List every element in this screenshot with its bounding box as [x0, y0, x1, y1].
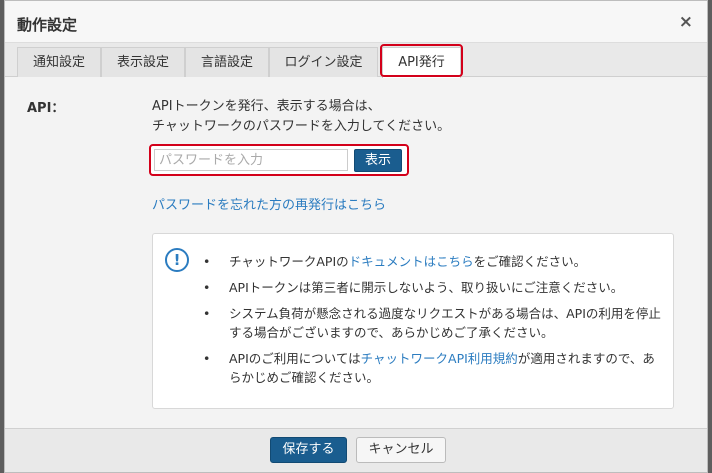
notice-list: • チャットワークAPIのドキュメントはこちらをご確認ください。 • APIトー… [203, 252, 663, 394]
list-item: • APIのご利用についてはチャットワークAPI利用規約が適用されますので、あら… [203, 349, 663, 387]
save-button[interactable]: 保存する [270, 437, 347, 463]
password-input[interactable] [154, 149, 348, 171]
api-notice-box: ! • チャットワークAPIのドキュメントはこちらをご確認ください。 • API… [152, 233, 674, 409]
api-settings-panel: API： APIトークンを発行、表示する場合は、 チャットワークのパスワードを入… [5, 78, 707, 428]
bullet: • [203, 254, 211, 269]
list-item: • APIトークンは第三者に開示しないよう、取り扱いにご注意ください。 [203, 278, 663, 297]
dialog-titlebar: 動作設定 × [5, 1, 707, 43]
notice-text: システム負荷が懸念される過度なリクエストがある場合は、APIの利用を停止する場合… [229, 306, 661, 340]
list-item: • システム負荷が懸念される過度なリクエストがある場合は、APIの利用を停止する… [203, 304, 663, 342]
api-description: APIトークンを発行、表示する場合は、 チャットワークのパスワードを入力してくだ… [152, 97, 450, 137]
show-token-button[interactable]: 表示 [354, 149, 402, 172]
api-terms-link[interactable]: チャットワークAPI利用規約 [361, 351, 518, 366]
tab-notification[interactable]: 通知設定 [17, 47, 101, 77]
tab-display[interactable]: 表示設定 [101, 47, 185, 77]
cancel-button[interactable]: キャンセル [356, 437, 446, 463]
dialog-footer: 保存する キャンセル [5, 428, 707, 472]
api-docs-link[interactable]: ドキュメントはこちら [349, 254, 474, 269]
notice-text: チャットワークAPIの [229, 254, 349, 269]
tab-language[interactable]: 言語設定 [185, 47, 269, 77]
password-highlight: 表示 [149, 144, 409, 176]
settings-tabs: 通知設定 表示設定 言語設定 ログイン設定 API発行 [5, 43, 707, 78]
notice-text: をご確認ください。 [473, 254, 587, 269]
notice-text: APIトークンは第三者に開示しないよう、取り扱いにご注意ください。 [229, 280, 624, 295]
close-icon[interactable]: × [679, 13, 693, 31]
api-description-line: チャットワークのパスワードを入力してください。 [152, 119, 451, 134]
tab-api[interactable]: API発行 [382, 47, 461, 78]
password-reissue-link[interactable]: パスワードを忘れた方の再発行はこちら [152, 194, 386, 213]
list-item: • チャットワークAPIのドキュメントはこちらをご確認ください。 [203, 252, 663, 271]
dialog-title: 動作設定 [17, 16, 78, 34]
exclamation-circle-icon: ! [165, 248, 189, 272]
notice-text: APIのご利用については [229, 351, 361, 366]
bullet: • [203, 280, 211, 295]
bullet: • [203, 306, 211, 321]
tab-login[interactable]: ログイン設定 [269, 47, 378, 77]
api-description-line: APIトークンを発行、表示する場合は、 [152, 99, 381, 114]
api-label: API： [27, 101, 65, 116]
bullet: • [203, 351, 211, 366]
settings-dialog: 動作設定 × 通知設定 表示設定 言語設定 ログイン設定 API発行 API： … [4, 0, 708, 473]
